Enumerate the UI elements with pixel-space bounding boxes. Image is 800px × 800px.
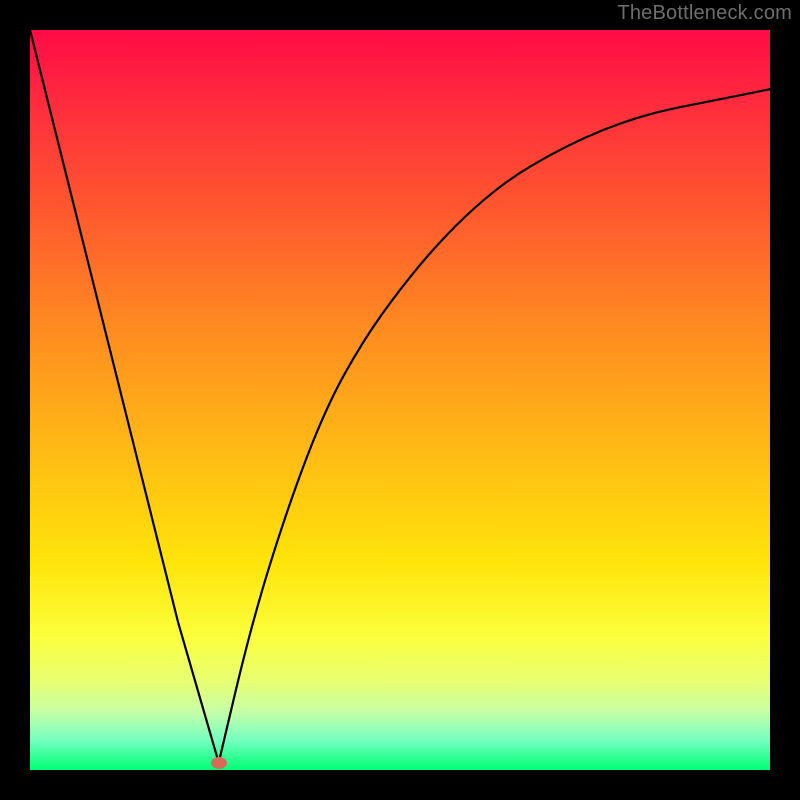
- attribution-text: TheBottleneck.com: [617, 2, 792, 25]
- plot-area: [30, 30, 770, 770]
- minimum-marker: [211, 757, 227, 769]
- chart-frame: TheBottleneck.com: [0, 0, 800, 800]
- bottleneck-curve: [30, 30, 770, 763]
- curve-svg: [30, 30, 770, 770]
